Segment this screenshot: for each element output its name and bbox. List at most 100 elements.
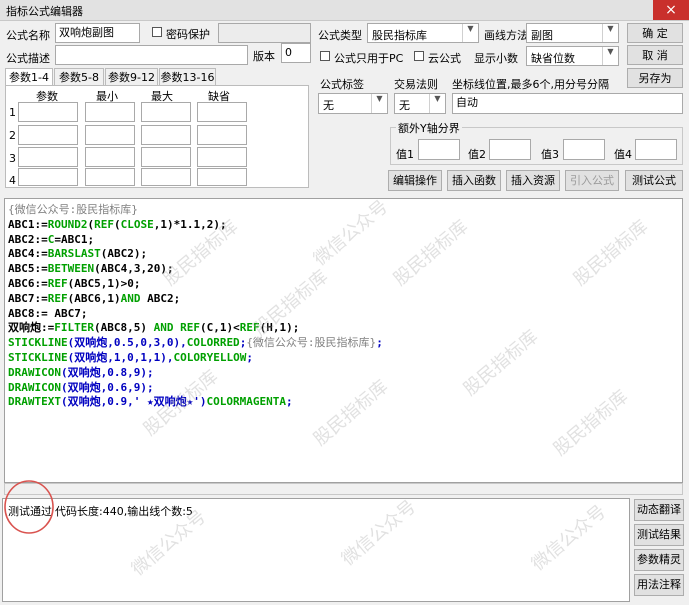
code-token: ; <box>246 350 253 364</box>
insert-function-button[interactable]: 插入函数 <box>447 170 501 191</box>
val3-input[interactable] <box>563 139 605 160</box>
coord-line-input[interactable]: 自动 <box>452 93 683 114</box>
formula-tag-value: 无 <box>323 99 334 112</box>
watermark: 股民指标库 <box>569 216 653 291</box>
param-4-min[interactable] <box>85 168 135 186</box>
code-token: FILTER <box>54 321 94 335</box>
code-token: ROUND2 <box>47 217 88 231</box>
trade-rule-value: 无 <box>399 99 410 112</box>
param-1-max[interactable] <box>141 102 191 122</box>
formula-desc-input[interactable] <box>55 45 248 65</box>
val2-label: 值2 <box>468 148 486 161</box>
param-row-3-label: 3 <box>9 152 16 165</box>
param-3-min[interactable] <box>85 147 135 167</box>
code-token: 双响炮:= <box>8 321 55 335</box>
code-token: (双响炮,0.8,9); <box>60 365 154 379</box>
import-formula-button[interactable]: 引入公式 <box>565 170 619 191</box>
tab-params-1-4[interactable]: 参数1-4 <box>5 68 53 86</box>
code-token: AND <box>120 291 141 305</box>
code-token: REF <box>47 276 68 290</box>
code-token: =ABC1; <box>54 232 95 246</box>
test-formula-button[interactable]: 测试公式 <box>625 170 683 191</box>
code-token: STICKLINE <box>8 336 68 350</box>
param-2-default[interactable] <box>197 125 247 145</box>
code-token: REF <box>94 217 114 231</box>
param-1-default[interactable] <box>197 102 247 122</box>
code-token: {微信公众号:股民指标库} <box>8 203 138 216</box>
trade-rule-select[interactable]: 无 ▼ <box>394 93 446 114</box>
pc-only-checkbox[interactable] <box>320 51 330 61</box>
code-token: REF <box>180 321 200 335</box>
ok-button[interactable]: 确 定 <box>627 23 683 43</box>
insert-resource-button[interactable]: 插入资源 <box>506 170 560 191</box>
coord-line-label: 坐标线位置,最多6个,用分号分隔 <box>452 78 609 91</box>
cancel-button[interactable]: 取 消 <box>627 45 683 65</box>
val4-label: 值4 <box>614 148 632 161</box>
code-token: (ABC2); <box>100 247 148 261</box>
param-2-min[interactable] <box>85 125 135 145</box>
code-token: ABC2:= <box>8 232 48 246</box>
tab-params-9-12[interactable]: 参数9-12 <box>105 68 158 86</box>
password-checkbox[interactable] <box>152 27 162 37</box>
edit-operation-button[interactable]: 编辑操作 <box>388 170 442 191</box>
decimals-select[interactable]: 缺省位数 ▼ <box>526 46 619 66</box>
status-panel: 测试通过 代码长度:440,输出线个数:5 微信公众号 微信公众号 微信公众号 <box>2 480 630 602</box>
param-3-max[interactable] <box>141 147 191 167</box>
password-label: 密码保护 <box>166 28 210 41</box>
password-input[interactable] <box>218 23 311 43</box>
test-result-button[interactable]: 测试结果 <box>634 524 684 546</box>
formula-type-select[interactable]: 股民指标库 ▼ <box>367 23 479 43</box>
code-token: ABC2; <box>140 291 181 305</box>
code-token: REF <box>47 291 68 305</box>
version-input[interactable]: 0 <box>281 43 311 63</box>
val1-label: 值1 <box>396 148 414 161</box>
param-1-min[interactable] <box>85 102 135 122</box>
code-token: BARSLAST <box>47 247 101 261</box>
tab-params-13-16[interactable]: 参数13-16 <box>159 68 216 86</box>
param-4-max[interactable] <box>141 168 191 186</box>
param-wizard-button[interactable]: 参数精灵 <box>634 549 684 571</box>
param-2-max[interactable] <box>141 125 191 145</box>
code-line: DRAWTEXT(双响炮,0.9,' ★双响炮★')COLORMAGENTA; <box>8 395 383 410</box>
val2-input[interactable] <box>489 139 531 160</box>
code-line: ABC8:= ABC7; <box>8 307 383 322</box>
formula-tag-select[interactable]: 无 ▼ <box>318 93 388 114</box>
watermark: 微信公众号 <box>337 496 421 571</box>
param-4-name[interactable] <box>18 168 78 186</box>
param-3-name[interactable] <box>18 147 78 167</box>
dynamic-translate-button[interactable]: 动态翻译 <box>634 499 684 521</box>
tab-params-5-8[interactable]: 参数5-8 <box>54 68 104 86</box>
watermark: 微信公众号 <box>527 501 611 576</box>
code-line: DRAWICON(双响炮,0.8,9); <box>8 366 383 381</box>
usage-notes-button[interactable]: 用法注释 <box>634 574 684 596</box>
code-token: ABC4:= <box>8 247 48 261</box>
save-as-button[interactable]: 另存为 <box>627 68 683 88</box>
chevron-down-icon: ▼ <box>429 94 445 113</box>
val3-label: 值3 <box>541 148 559 161</box>
horizontal-scrollbar[interactable] <box>4 483 683 495</box>
val1-input[interactable] <box>418 139 460 160</box>
param-1-name[interactable] <box>18 102 78 122</box>
formula-name-input[interactable]: 双响炮副图 <box>55 23 140 43</box>
code-token: DRAWICON <box>8 365 61 379</box>
code-token: ,1)*1.1,2); <box>153 217 227 231</box>
param-3-default[interactable] <box>197 147 247 167</box>
code-token: COLORMAGENTA <box>206 395 286 409</box>
code-editor[interactable]: {微信公众号:股民指标库} ABC1:=ROUND2(REF(CLOSE,1)*1… <box>4 198 683 483</box>
chevron-down-icon: ▼ <box>462 24 478 42</box>
close-button[interactable]: × <box>653 0 689 20</box>
code-line: ABC6:=REF(ABC5,1)>0; <box>8 277 383 292</box>
draw-method-select[interactable]: 副图 ▼ <box>526 23 619 43</box>
param-2-name[interactable] <box>18 125 78 145</box>
code-token: (双响炮,0.9,' ★双响炮★') <box>60 395 207 409</box>
window-title: 指标公式编辑器 <box>6 5 83 18</box>
code-line: STICKLINE(双响炮,1,0,1,1),COLORYELLOW; <box>8 351 383 366</box>
code-line: ABC4:=BARSLAST(ABC2); <box>8 247 383 262</box>
cloud-checkbox[interactable] <box>414 51 424 61</box>
code-token: {微信公众号:股民指标库} <box>246 336 377 350</box>
code-line: ABC2:=C=ABC1; <box>8 233 383 248</box>
val4-input[interactable] <box>635 139 677 160</box>
param-4-default[interactable] <box>197 168 247 186</box>
code-token: (C,1)< <box>199 321 240 335</box>
code-token: (ABC6,1) <box>67 291 121 305</box>
